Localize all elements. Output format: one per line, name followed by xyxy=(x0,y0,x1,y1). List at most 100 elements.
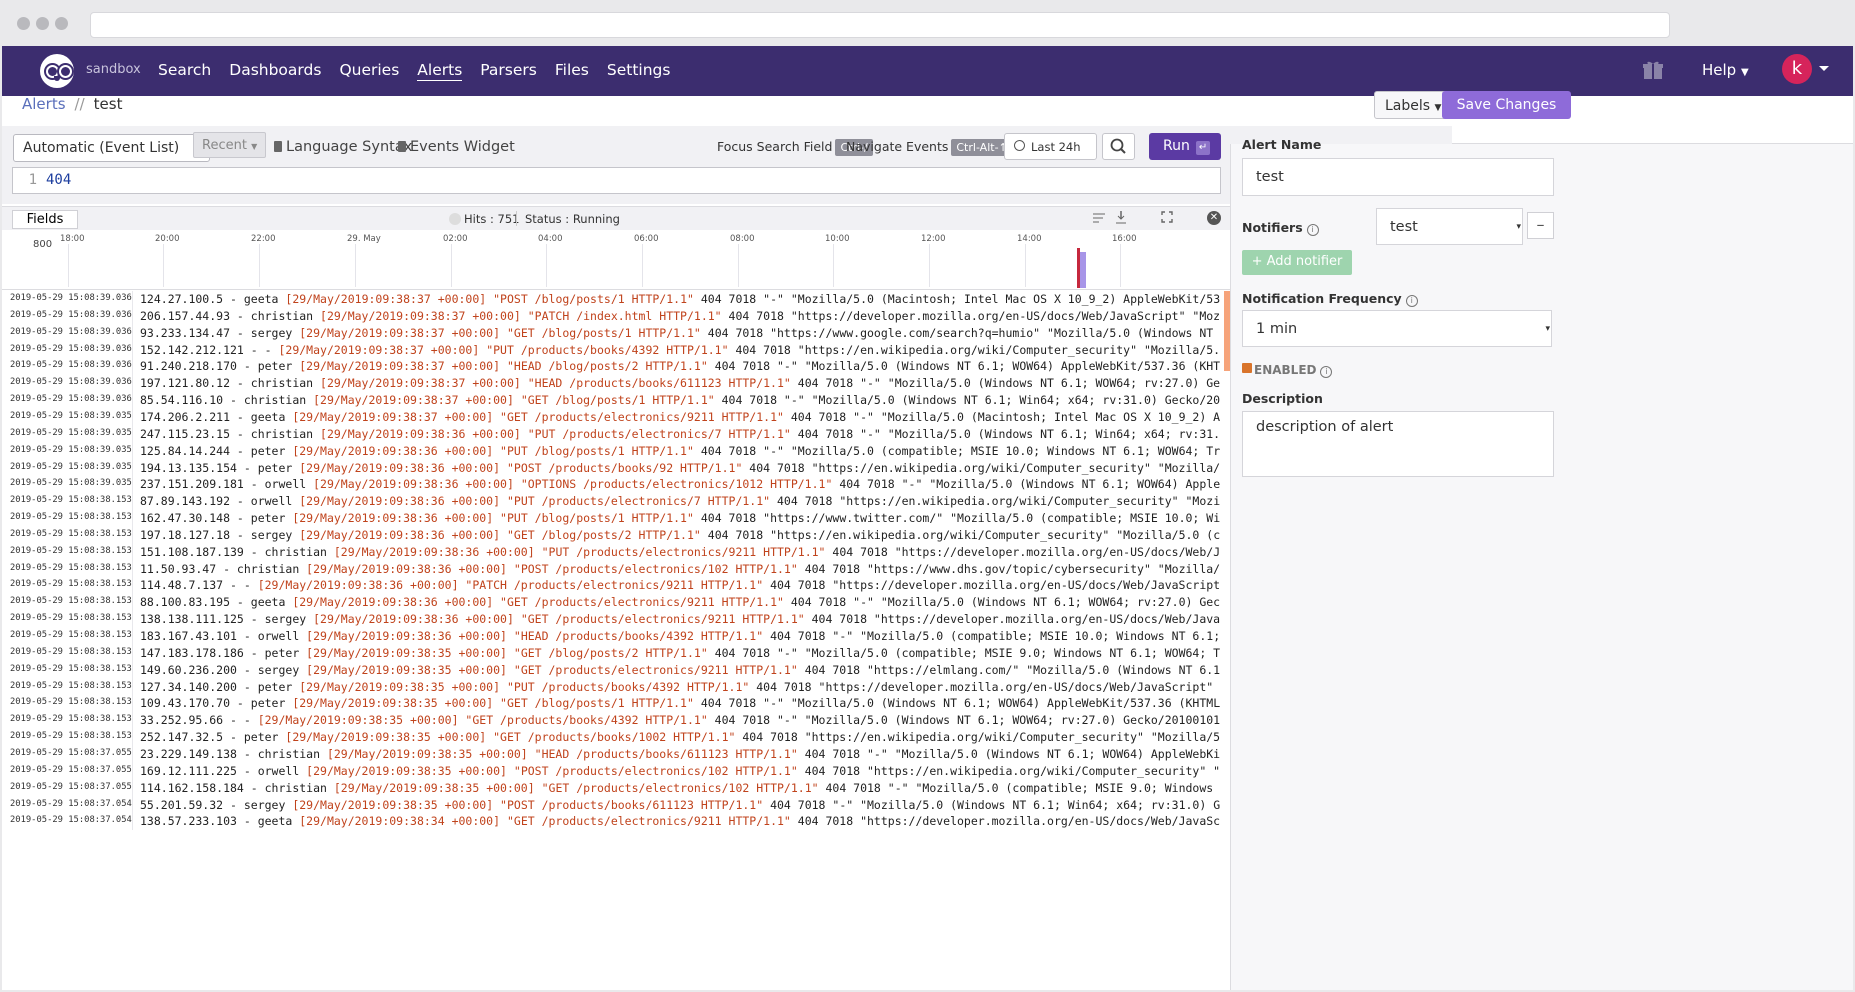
nav-queries[interactable]: Queries xyxy=(339,61,399,81)
histogram-grid-line xyxy=(929,244,930,287)
table-row[interactable]: 2019-05-29 15:08:38.153 127.34.140.200 - … xyxy=(2,678,1230,696)
event-raw-text: 197.121.80.12 - christian [29/May/2019:0… xyxy=(140,376,1220,390)
time-range-button[interactable]: Last 24h (Live) xyxy=(1004,133,1097,180)
table-row[interactable]: 2019-05-29 15:08:37.055 23.229.149.138 - … xyxy=(2,745,1230,763)
event-raw-text: 138.138.111.125 - sergey [29/May/2019:09… xyxy=(140,612,1220,626)
search-button[interactable] xyxy=(1102,133,1135,160)
table-row[interactable]: 2019-05-29 15:08:38.153 151.108.187.139 -… xyxy=(2,543,1230,561)
table-row[interactable]: 2019-05-29 15:08:39.035 194.13.135.154 - … xyxy=(2,459,1230,477)
window-maximize-dot[interactable] xyxy=(55,17,68,30)
event-request: "PUT /products/electronics/7 HTTP/1.1" xyxy=(520,426,791,441)
table-row[interactable]: 2019-05-29 15:08:39.036 93.233.134.47 - s… xyxy=(2,324,1230,342)
recent-queries-button[interactable]: Recent ▼ xyxy=(193,132,266,158)
avatar[interactable]: k xyxy=(1782,54,1812,84)
download-icon[interactable] xyxy=(1115,210,1127,224)
navigate-events-label: Navigate Events xyxy=(846,139,949,154)
table-row[interactable]: 2019-05-29 15:08:38.153 147.183.178.186 -… xyxy=(2,644,1230,662)
table-row[interactable]: 2019-05-29 15:08:38.153 197.18.127.18 - s… xyxy=(2,526,1230,544)
table-row[interactable]: 2019-05-29 15:08:38.153 11.50.93.47 - chr… xyxy=(2,560,1230,578)
table-row[interactable]: 2019-05-29 15:08:39.036 197.121.80.12 - c… xyxy=(2,375,1230,393)
column-divider xyxy=(132,729,133,747)
fields-tab[interactable]: Fields xyxy=(12,210,78,229)
fullscreen-icon[interactable] xyxy=(1161,211,1173,223)
histogram-grid-line xyxy=(259,244,260,287)
table-row[interactable]: 2019-05-29 15:08:38.153 252.147.32.5 - pe… xyxy=(2,729,1230,747)
events-widget-link[interactable]: Events Widget xyxy=(398,139,515,155)
event-rest: 404 7018 "https://developer.mozilla.org/… xyxy=(763,578,1220,593)
alert-name-input[interactable]: test xyxy=(1242,158,1554,196)
histogram-x-label: 16:00 xyxy=(1112,234,1137,244)
add-notifier-button[interactable]: + Add notifier xyxy=(1242,250,1352,275)
description-textarea[interactable]: description of alert xyxy=(1242,411,1554,477)
histogram-grid-line xyxy=(355,244,356,287)
address-bar[interactable] xyxy=(90,12,1670,38)
notifier-value: test xyxy=(1390,219,1418,235)
table-row[interactable]: 2019-05-29 15:08:38.153 88.100.83.195 - g… xyxy=(2,594,1230,612)
close-icon[interactable]: ✕ xyxy=(1207,211,1221,225)
event-timestamp: 2019-05-29 15:08:39.036 xyxy=(10,377,132,388)
enabled-checkbox[interactable] xyxy=(1242,363,1252,373)
info-icon[interactable]: i xyxy=(1405,295,1418,307)
table-row[interactable]: 2019-05-29 15:08:38.153 114.48.7.137 - - … xyxy=(2,577,1230,595)
table-row[interactable]: 2019-05-29 15:08:38.153 138.138.111.125 -… xyxy=(2,611,1230,629)
table-row[interactable]: 2019-05-29 15:08:37.054 55.201.59.32 - se… xyxy=(2,796,1230,814)
table-row[interactable]: 2019-05-29 15:08:38.153 87.89.143.192 - o… xyxy=(2,493,1230,511)
notifiers-label: Notifiers i xyxy=(1242,220,1319,236)
event-time: [29/May/2019:09:38:35 +00:00] xyxy=(257,713,459,728)
window-close-dot[interactable] xyxy=(17,17,30,30)
table-row[interactable]: 2019-05-29 15:08:37.055 114.162.158.184 -… xyxy=(2,779,1230,797)
table-row[interactable]: 2019-05-29 15:08:39.036 91.240.218.170 - … xyxy=(2,358,1230,376)
histogram-bar[interactable] xyxy=(1080,252,1086,288)
workspace-name[interactable]: sandbox xyxy=(86,62,141,77)
info-icon[interactable]: i xyxy=(1306,224,1319,236)
table-row[interactable]: 2019-05-29 15:08:38.153 183.167.43.101 - … xyxy=(2,628,1230,645)
table-row[interactable]: 2019-05-29 15:08:39.035 247.115.23.15 - c… xyxy=(2,425,1230,443)
histogram-x-label: 29. May xyxy=(347,234,381,244)
table-row[interactable]: 2019-05-29 15:08:39.035 237.151.209.181 -… xyxy=(2,476,1230,494)
query-editor[interactable]: 1 404 xyxy=(12,167,1221,194)
table-row[interactable]: 2019-05-29 15:08:39.036 85.54.116.10 - ch… xyxy=(2,392,1230,410)
table-row[interactable]: 2019-05-29 15:08:38.153 109.43.170.70 - p… xyxy=(2,695,1230,713)
table-row[interactable]: 2019-05-29 15:08:38.153 149.60.236.200 - … xyxy=(2,661,1230,679)
focus-search-label: Focus Search Field xyxy=(717,139,833,154)
table-row[interactable]: 2019-05-29 15:08:39.035 125.84.14.244 - p… xyxy=(2,442,1230,460)
notifier-select[interactable]: test ▾ xyxy=(1376,208,1523,245)
table-row[interactable]: 2019-05-29 15:08:39.036 206.157.44.93 - c… xyxy=(2,307,1230,325)
column-divider xyxy=(132,560,133,578)
breadcrumb-alerts-link[interactable]: Alerts xyxy=(22,95,66,113)
event-host-user: 138.57.233.103 - geeta xyxy=(140,814,300,829)
nav-files[interactable]: Files xyxy=(555,61,589,81)
table-row[interactable]: 2019-05-29 15:08:38.153 162.47.30.148 - p… xyxy=(2,510,1230,528)
event-rest: 404 7018 "-" "Mozilla/5.0 (compatible; M… xyxy=(693,443,1220,458)
table-row[interactable]: 2019-05-29 15:08:39.035 174.206.2.211 - g… xyxy=(2,408,1230,426)
save-changes-button[interactable]: Save Changes xyxy=(1442,91,1571,119)
frequency-select[interactable]: 1 min ▾ xyxy=(1242,310,1552,347)
gift-icon[interactable] xyxy=(1642,60,1664,80)
nav-search[interactable]: Search xyxy=(158,61,211,81)
owl-logo-icon[interactable] xyxy=(40,54,74,88)
nav-settings[interactable]: Settings xyxy=(607,61,671,81)
language-syntax-link[interactable]: Language Syntax xyxy=(274,139,412,155)
widget-mode-select[interactable]: Automatic (Event List)⌄ xyxy=(13,134,210,162)
search-icon xyxy=(1110,138,1126,154)
event-host-user: 127.34.140.200 - peter xyxy=(140,679,300,694)
run-button[interactable]: Run ↵ xyxy=(1149,133,1221,160)
event-raw-text: 247.115.23.15 - christian [29/May/2019:0… xyxy=(140,427,1220,441)
avatar-caret-icon[interactable] xyxy=(1819,66,1829,71)
event-request: "HEAD /products/books/611123 HTTP/1.1" xyxy=(520,376,791,391)
table-row[interactable]: 2019-05-29 15:08:39.036 152.142.212.121 -… xyxy=(2,341,1230,359)
table-row[interactable]: 2019-05-29 15:08:37.054 138.57.233.103 - … xyxy=(2,813,1230,831)
labels-button[interactable]: Labels ▼ xyxy=(1374,91,1453,119)
nav-parsers[interactable]: Parsers xyxy=(480,61,537,81)
nav-alerts[interactable]: Alerts xyxy=(417,61,463,81)
event-host-user: 91.240.218.170 - peter xyxy=(140,359,300,374)
wrap-lines-icon[interactable] xyxy=(1092,211,1106,224)
window-minimize-dot[interactable] xyxy=(36,17,49,30)
table-row[interactable]: 2019-05-29 15:08:38.153 33.252.95.66 - - … xyxy=(2,712,1230,730)
table-row[interactable]: 2019-05-29 15:08:37.055 169.12.111.225 - … xyxy=(2,762,1230,780)
table-row[interactable]: 2019-05-29 15:08:39.036 124.27.100.5 - ge… xyxy=(2,291,1230,308)
info-icon[interactable]: i xyxy=(1320,366,1333,378)
nav-dashboards[interactable]: Dashboards xyxy=(229,61,321,81)
help-menu[interactable]: Help ▼ xyxy=(1702,61,1749,79)
remove-notifier-button[interactable]: – xyxy=(1527,212,1554,239)
